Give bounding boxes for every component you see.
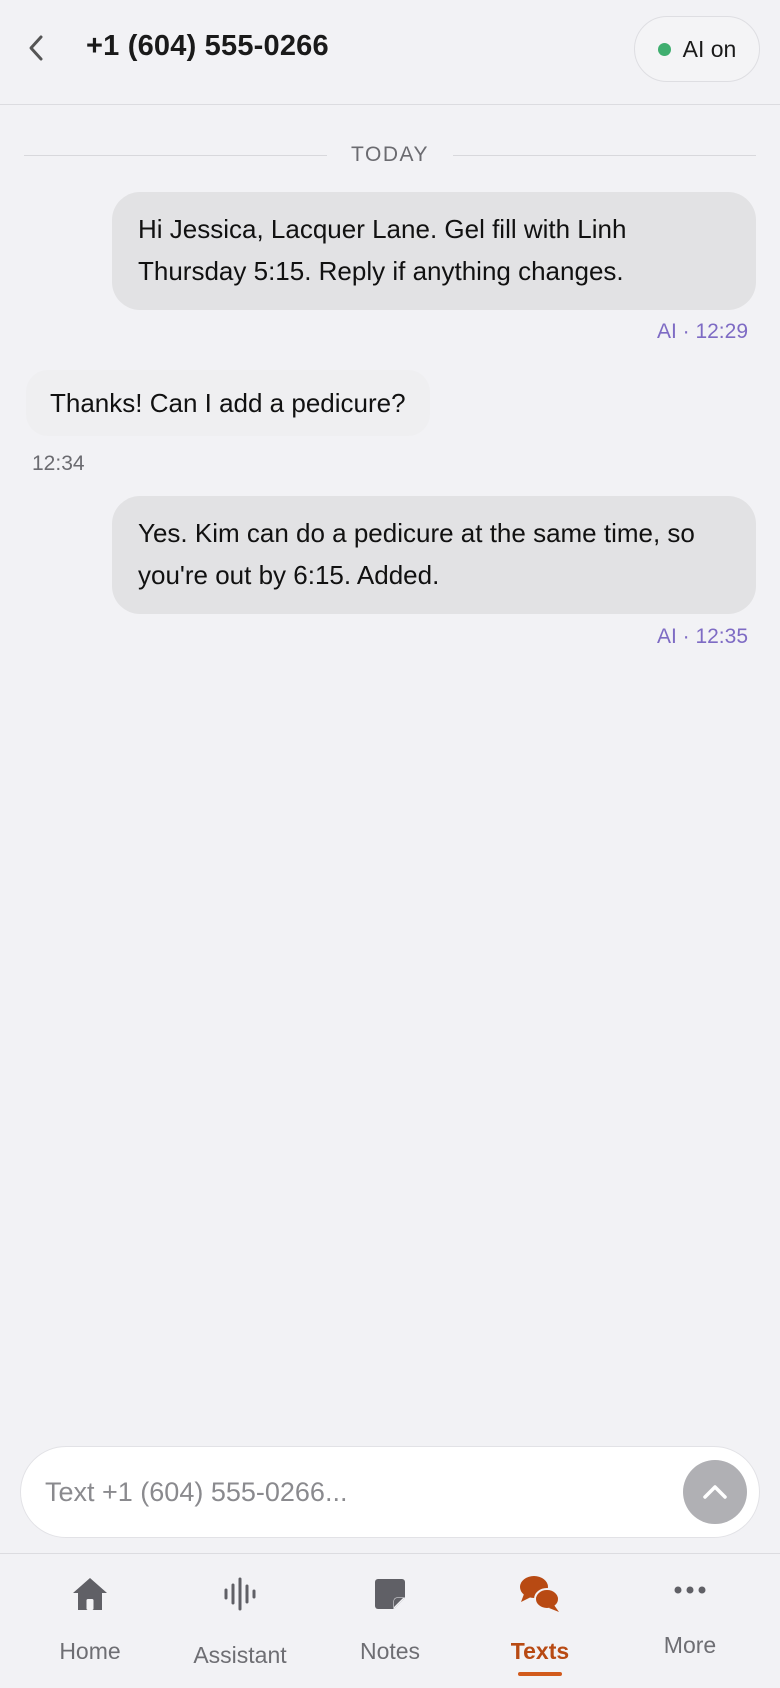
message-meta: 12:34 bbox=[32, 452, 85, 475]
message-bubble-incoming[interactable]: Thanks! Can I add a pedicure? bbox=[26, 370, 430, 436]
tab-home[interactable]: Home bbox=[15, 1554, 165, 1688]
home-icon bbox=[71, 1576, 109, 1612]
tab-label: Home bbox=[59, 1638, 121, 1664]
ai-status-label: AI on bbox=[682, 35, 737, 62]
tab-label: Assistant bbox=[193, 1642, 287, 1668]
chevron-left-icon bbox=[29, 35, 43, 61]
message-meta: AI · 12:29 bbox=[656, 320, 748, 343]
active-tab-indicator bbox=[518, 1672, 562, 1676]
message-input[interactable] bbox=[45, 1447, 645, 1537]
tab-label: Texts bbox=[510, 1638, 570, 1664]
conversation-header: +1 (604) 555-0266 AI on bbox=[0, 0, 780, 105]
chevron-up-icon bbox=[703, 1485, 727, 1499]
ai-status-toggle[interactable]: AI on bbox=[634, 16, 760, 82]
date-divider-label: TODAY bbox=[351, 143, 429, 166]
ai-status-dot bbox=[657, 42, 671, 56]
divider-line-left bbox=[24, 154, 328, 156]
tab-more[interactable]: More bbox=[615, 1554, 765, 1688]
more-dots-icon bbox=[672, 1584, 708, 1596]
message-bubble-outgoing[interactable]: Yes. Kim can do a pedicure at the same t… bbox=[112, 496, 756, 614]
message-meta: AI · 12:35 bbox=[656, 625, 748, 648]
note-icon bbox=[372, 1576, 408, 1612]
back-button[interactable] bbox=[18, 28, 54, 68]
contact-phone-title: +1 (604) 555-0266 bbox=[86, 30, 329, 62]
date-divider: TODAY bbox=[24, 140, 756, 170]
tab-label: Notes bbox=[359, 1638, 421, 1664]
divider-line-right bbox=[452, 154, 756, 156]
waveform-icon bbox=[222, 1576, 258, 1612]
tab-assistant[interactable]: Assistant bbox=[165, 1554, 315, 1688]
tab-texts[interactable]: Texts bbox=[465, 1554, 615, 1688]
send-button[interactable] bbox=[683, 1460, 747, 1524]
message-bubble-outgoing[interactable]: Hi Jessica, Lacquer Lane. Gel fill with … bbox=[112, 192, 756, 310]
tab-label: More bbox=[663, 1632, 717, 1658]
message-composer bbox=[20, 1446, 760, 1538]
bottom-tab-bar: Home Assistant Notes Texts More bbox=[0, 1553, 780, 1688]
tab-notes[interactable]: Notes bbox=[315, 1554, 465, 1688]
chat-bubbles-icon bbox=[518, 1572, 562, 1614]
